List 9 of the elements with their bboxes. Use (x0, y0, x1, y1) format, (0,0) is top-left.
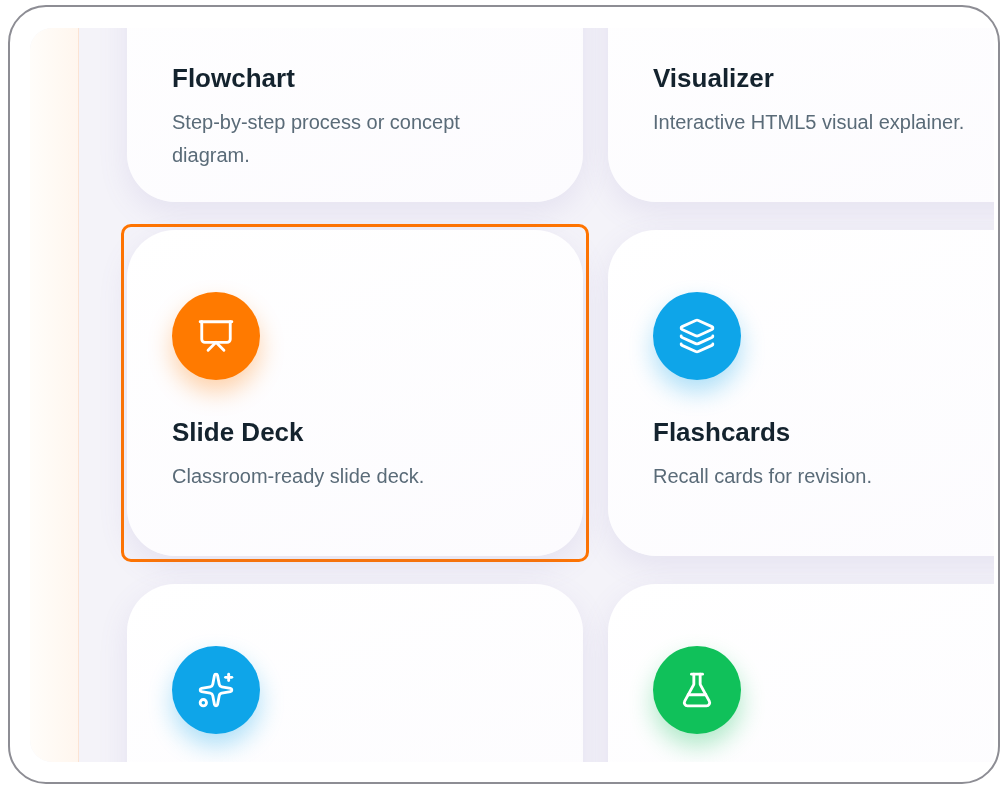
card-description: Classroom-ready slide deck. (172, 464, 425, 489)
card-title: Flowchart (172, 62, 295, 94)
card-title: Flashcards (653, 416, 791, 448)
card-title: Visualizer (653, 62, 774, 94)
tool-card[interactable]: Slide Deck Classroom-ready slide deck. (121, 224, 589, 562)
card-description: Recall cards for revision. (653, 464, 872, 489)
card-description: Step-by-step process or concept diagram. (172, 110, 461, 168)
card-description: Interactive HTML5 visual explainer. (653, 110, 965, 135)
card-title: Slide Deck (172, 416, 304, 448)
